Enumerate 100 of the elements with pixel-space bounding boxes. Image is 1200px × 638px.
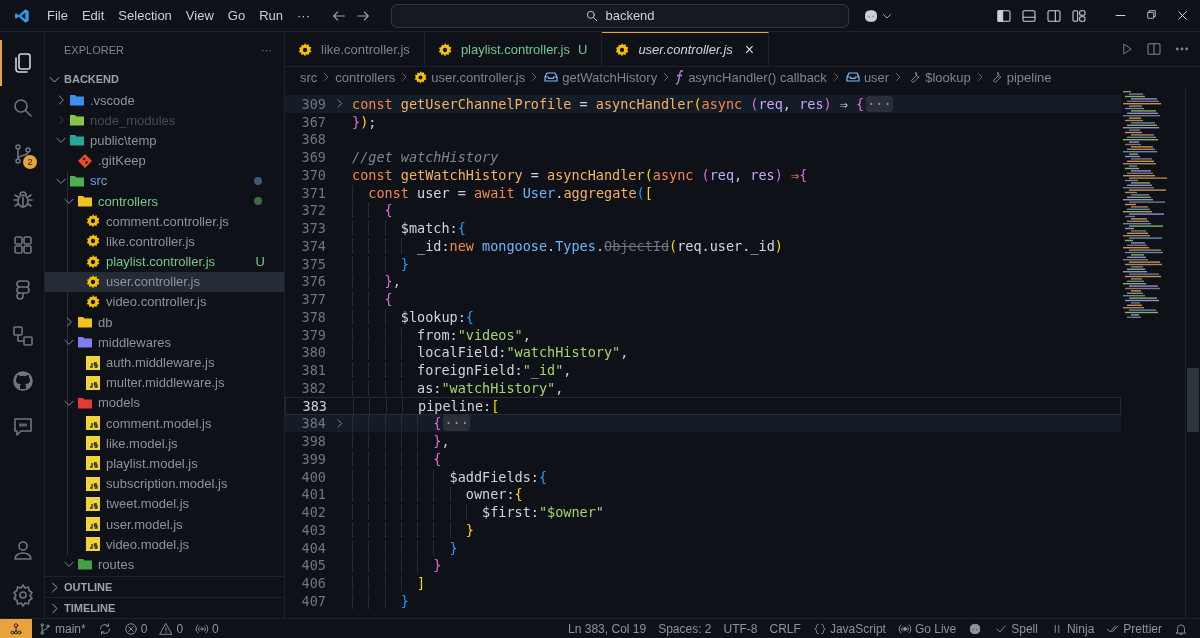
menu-item[interactable]: Selection [111,4,179,27]
file-tree-item[interactable]: subscription.model.js [45,473,284,494]
breadcrumb-item[interactable]: asyncHandler() callback [675,69,827,85]
breadcrumb-item[interactable]: user.controller.js [413,69,526,85]
menu-item[interactable]: Edit [74,4,112,27]
file-tree-item[interactable]: video.controller.js [45,291,284,313]
file-tree-item[interactable]: user.controller.js [45,271,284,292]
breadcrumb-item[interactable]: user [844,69,890,85]
file-tree-item[interactable]: .gitKeep [45,150,284,171]
line-number: 369 [300,149,326,166]
secondary-sidebar-toggle-icon[interactable] [1046,7,1062,24]
file-tree-item[interactable]: db [45,312,284,333]
status-item[interactable]: Spaces: 2 [658,621,712,636]
scrollbar-thumb[interactable] [1187,368,1199,432]
file-tree-item[interactable]: public\temp [45,130,284,151]
file-tree-item[interactable]: models [45,392,284,413]
editor-tab[interactable]: like.controller.js [285,32,425,66]
remote-icon[interactable] [9,621,23,636]
restore-icon[interactable] [1145,8,1158,21]
prettier-button[interactable]: Prettier [1123,621,1162,636]
more-actions-button[interactable]: ··· [261,44,272,56]
code-line: owner:{ [352,486,523,503]
file-tree-item[interactable]: like.controller.js [45,231,284,252]
sync-icon[interactable] [97,621,112,636]
js-file-icon [85,455,101,472]
file-tree-item[interactable]: comment.controller.js [45,211,284,232]
bell-icon[interactable] [1174,621,1188,636]
file-tree-item[interactable]: video.model.js [45,534,284,555]
settings-icon[interactable] [11,583,35,608]
close-tab-button[interactable]: × [744,40,755,59]
status-item[interactable]: UTF-8 [723,621,758,636]
panel-toggle-icon[interactable] [1021,7,1037,24]
ninja-button[interactable]: Ninja [1066,621,1095,636]
errors-button[interactable]: 0 [140,621,148,636]
field-icon [844,69,861,85]
ports-button[interactable]: 0 [212,621,219,636]
breadcrumb-item[interactable]: controllers [335,69,396,85]
menu-item[interactable]: File [40,4,75,27]
copilot-icon[interactable] [863,7,879,24]
file-tree-item[interactable]: controllers [45,190,284,212]
menu-item[interactable]: Run [252,4,290,27]
code-line: } [352,521,474,538]
language-button[interactable]: JavaScript [829,621,886,636]
gear-icon [413,69,429,85]
file-tree-item[interactable]: like.model.js [45,433,284,454]
code-line: //get watchHistory [352,149,499,166]
code-line: const user = await User.aggregate([ [352,184,653,201]
status-item[interactable]: CRLF [769,621,801,636]
section-header[interactable]: OUTLINE [45,576,284,597]
menu-item[interactable]: View [178,4,221,27]
line-number: 405 [300,557,326,574]
more-menu-button[interactable]: ··· [290,4,317,27]
split-editor-icon[interactable] [1146,41,1162,57]
file-tree-item[interactable]: auth.middleware.js [45,352,284,373]
function-icon [675,69,686,85]
line-number: 399 [300,450,326,467]
file-tree-item[interactable]: playlist.controller.js U [45,251,284,272]
folder-header[interactable]: BACKEND [45,68,284,90]
breadcrumb-item[interactable]: pipeline [988,69,1052,85]
menu-item[interactable]: Go [220,4,253,27]
file-tree-item[interactable]: playlist.model.js [45,453,284,474]
line-number: 309 [300,95,326,112]
go-live-button[interactable]: Go Live [914,621,957,636]
file-tree-item[interactable]: comment.model.js [45,413,284,434]
file-tree-item[interactable]: .vscode [45,90,284,111]
file-tree-item[interactable]: routes [45,554,284,575]
code-line: $addFields:{ [352,468,548,485]
spell-button[interactable]: Spell [1011,621,1038,636]
copilot-icon[interactable] [968,621,983,636]
folded-code-marker[interactable]: ··· [443,415,470,432]
file-tree-item[interactable]: multer.middleware.js [45,372,284,393]
file-tree-item[interactable]: middlewares [45,332,284,353]
remote-boxes-icon[interactable] [11,323,35,348]
layout-icon[interactable] [1071,7,1087,24]
command-center-search[interactable]: backend [391,3,849,28]
branch-button[interactable]: main* [55,621,86,636]
app-logo-icon [14,7,30,24]
breadcrumb-item[interactable]: getWatchHistory [543,69,658,85]
sidebar-toggle-icon[interactable] [996,7,1012,24]
status-item[interactable]: Ln 383, Col 19 [568,621,647,636]
js-file-icon [85,516,101,533]
code-line: as:"watchHistory", [352,379,564,396]
js-file-icon [85,495,101,512]
editor-tab[interactable]: user.controller.js × [602,32,770,66]
line-number: 384 [300,415,326,432]
file-tree-item[interactable]: user.model.js [45,513,284,535]
warnings-button[interactable]: 0 [176,621,184,636]
line-number: 382 [300,379,326,396]
close-icon[interactable] [1175,8,1190,23]
breadcrumb-item[interactable]: $lookup [907,69,971,85]
file-tree-item[interactable]: src [45,170,284,191]
github-icon[interactable] [11,369,35,394]
file-tree-item[interactable]: tweet.model.js [45,493,284,514]
gear-icon [85,253,101,270]
line-number: 377 [300,291,326,308]
folded-code-marker[interactable]: ··· [866,95,893,112]
count-badge: 2 [23,155,37,169]
run-icon[interactable] [1120,42,1134,56]
gear-icon [614,41,631,58]
breadcrumb-item[interactable]: src [300,69,318,85]
